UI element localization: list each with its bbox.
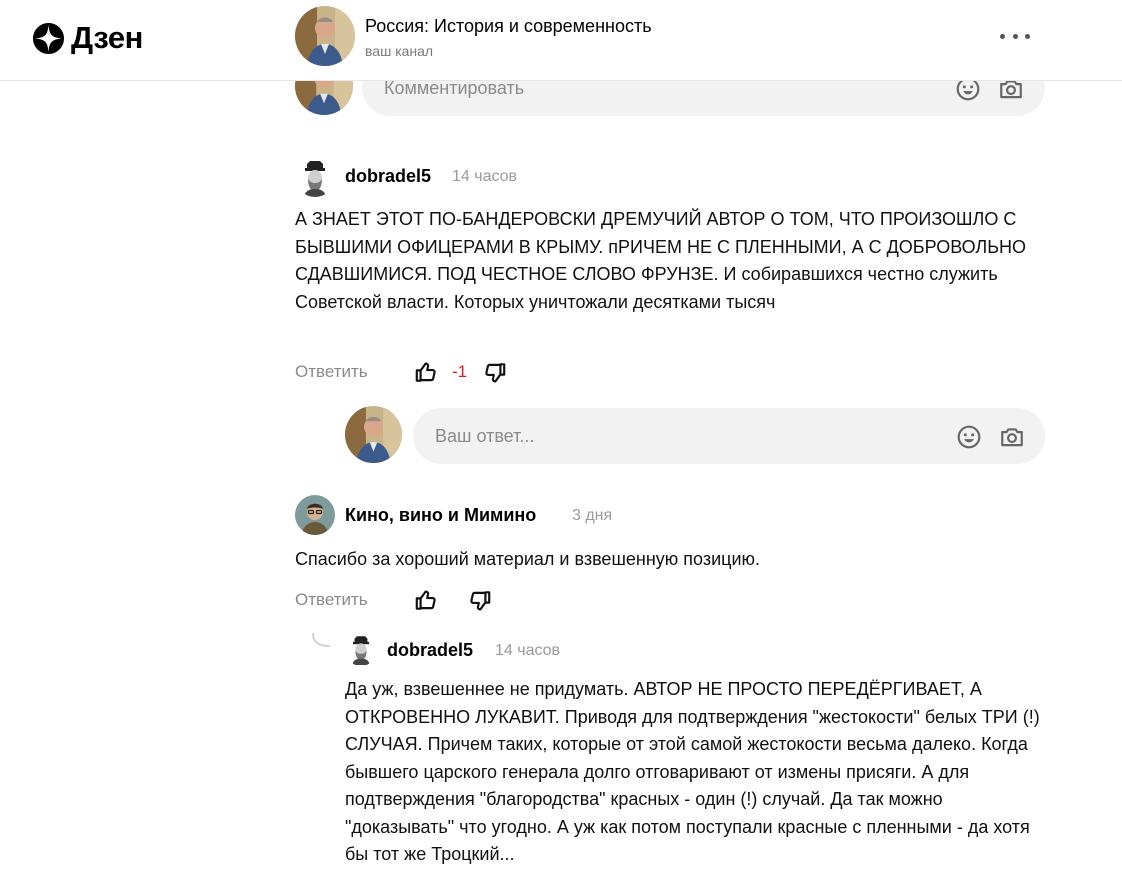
comment-time: 3 дня [572, 507, 613, 524]
channel-avatar[interactable] [295, 6, 355, 66]
channel-subtitle: ваш канал [365, 43, 434, 59]
dislike-icon[interactable] [482, 360, 508, 386]
top-header: Дзен Россия: История и современность ваш… [0, 0, 1122, 81]
comment-author[interactable]: Кино, вино и Мимино [345, 505, 536, 526]
like-icon[interactable] [413, 587, 439, 613]
channel-title[interactable]: Россия: История и современность [365, 16, 652, 37]
reply-button[interactable]: Ответить [295, 590, 368, 610]
user-avatar[interactable] [295, 157, 335, 197]
comment-score: -1 [452, 362, 468, 381]
comment-author[interactable]: dobradel5 [345, 166, 431, 187]
more-menu-icon[interactable] [1000, 24, 1030, 48]
comment-time: 14 часов [452, 168, 518, 185]
logo-text: Дзен [71, 20, 143, 55]
user-avatar[interactable] [295, 495, 335, 535]
reply-author[interactable]: dobradel5 [387, 640, 473, 661]
dislike-icon[interactable] [467, 588, 493, 614]
my-avatar [345, 406, 402, 463]
reply-input[interactable]: Ваш ответ... [413, 408, 1045, 464]
emoji-icon[interactable] [956, 424, 982, 450]
reply-time: 14 часов [495, 642, 561, 659]
camera-icon[interactable] [999, 424, 1025, 450]
comment-text: А ЗНАЕТ ЭТОТ ПО-БАНДЕРОВСКИ ДРЕМУЧИЙ АВТ… [295, 209, 1027, 312]
user-avatar[interactable] [345, 632, 377, 666]
dzen-logo-icon [32, 22, 65, 54]
reply-input-placeholder: Ваш ответ... [435, 426, 535, 446]
reply-text: Да уж, взвешеннее не придумать. АВТОР НЕ… [345, 679, 1040, 864]
reply-button[interactable]: Ответить [295, 362, 368, 382]
thread-connector [312, 632, 331, 647]
comment-text: Спасибо за хороший материал и взвешенную… [295, 549, 761, 569]
logo[interactable]: Дзен [32, 20, 143, 56]
like-icon[interactable] [413, 359, 439, 385]
